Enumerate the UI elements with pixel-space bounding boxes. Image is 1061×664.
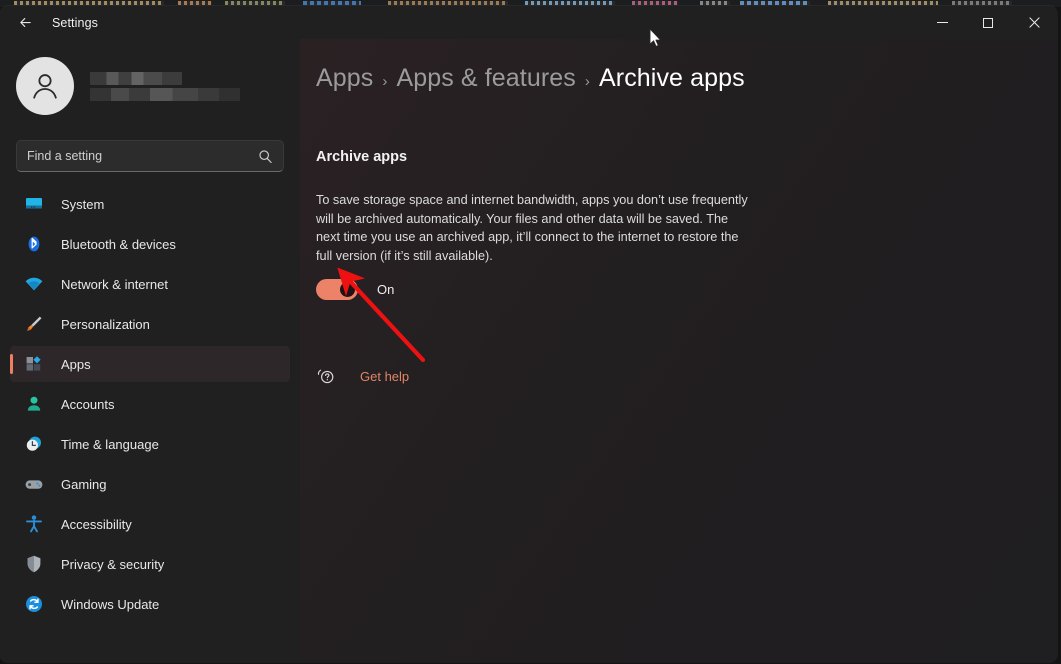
search-icon — [259, 149, 272, 163]
search-input[interactable] — [27, 149, 258, 163]
minimize-button[interactable] — [919, 6, 965, 39]
sidebar-item-windows-update[interactable]: Windows Update — [10, 586, 290, 622]
clock-icon — [24, 434, 44, 454]
person-avatar-icon — [33, 74, 57, 99]
get-help-label: Get help — [360, 368, 410, 384]
sidebar-item-label: Gaming — [61, 476, 107, 492]
close-button[interactable] — [1011, 6, 1057, 39]
settings-window: Settings Find a setting System Bluetooth… — [0, 6, 1057, 662]
gamepad-icon — [24, 474, 44, 494]
sidebar-item-label: Privacy & security — [61, 556, 165, 572]
chevron-right-icon: › — [584, 73, 590, 90]
sidebar-item-label: Personalization — [61, 316, 150, 332]
close-icon — [1028, 17, 1040, 28]
archive-apps-toggle[interactable] — [316, 279, 358, 300]
sidebar-item-bluetooth-devices[interactable]: Bluetooth & devices — [10, 226, 290, 262]
sidebar-item-label: System — [61, 196, 105, 212]
sidebar-item-label: Network & internet — [61, 276, 168, 292]
back-button[interactable] — [6, 8, 44, 38]
sidebar-item-privacy-security[interactable]: Privacy & security — [10, 546, 290, 582]
breadcrumb-item-archive-apps: Archive apps — [599, 64, 745, 92]
account-name-redacted — [90, 71, 240, 101]
breadcrumb-item-apps-features[interactable]: Apps & features — [397, 64, 576, 93]
paintbrush-icon — [24, 314, 44, 334]
sidebar-item-accessibility[interactable]: Accessibility — [10, 506, 290, 542]
sidebar-item-label: Accessibility — [61, 516, 132, 532]
sidebar-item-system[interactable]: System — [10, 186, 290, 222]
archive-apps-description: To save storage space and internet bandw… — [316, 193, 748, 263]
account-card[interactable] — [0, 39, 300, 115]
chevron-right-icon: › — [382, 73, 388, 90]
shield-icon — [24, 554, 44, 574]
sidebar-item-accounts[interactable]: Accounts — [10, 386, 290, 422]
person-icon — [24, 394, 44, 414]
sidebar-item-time-language[interactable]: Time & language — [10, 426, 290, 462]
sidebar-item-label: Accounts — [61, 396, 115, 412]
page-title: Archive apps — [316, 149, 408, 165]
maximize-icon — [983, 17, 993, 28]
avatar — [16, 57, 74, 115]
back-arrow-icon — [19, 18, 31, 27]
get-help-link[interactable]: Get help — [316, 366, 409, 386]
toggle-knob — [340, 282, 355, 297]
settings-nav: System Bluetooth & devices Network & int… — [0, 186, 300, 622]
window-body: System Bluetooth & devices Network & int… — [0, 39, 1057, 662]
breadcrumb: Apps › Apps & features › Archive apps — [316, 64, 745, 93]
sidebar-item-label: Apps — [61, 356, 91, 372]
maximize-button[interactable] — [965, 6, 1011, 39]
minimize-icon — [936, 22, 948, 23]
window-controls — [919, 6, 1057, 39]
main-content: Apps › Apps & features › Archive apps Ar… — [300, 39, 1057, 662]
sidebar-item-network-internet[interactable]: Network & internet — [10, 266, 290, 302]
breadcrumb-item-apps[interactable]: Apps — [316, 64, 373, 93]
bluetooth-icon — [24, 234, 44, 254]
sidebar-item-label: Windows Update — [61, 596, 160, 612]
sidebar-item-label: Time & language — [61, 436, 159, 452]
annotation-arrow — [337, 267, 426, 363]
window-title: Settings — [52, 15, 98, 30]
sidebar-item-gaming[interactable]: Gaming — [10, 466, 290, 502]
accessibility-icon — [24, 514, 44, 534]
toggle-state-label: On — [377, 282, 395, 297]
sidebar-item-apps[interactable]: Apps — [10, 346, 290, 382]
mouse-cursor — [649, 28, 662, 47]
wifi-icon — [24, 274, 44, 294]
monitor-icon — [24, 194, 44, 214]
screen: Settings Find a setting System Bluetooth… — [0, 0, 1061, 664]
apps-icon — [24, 354, 44, 374]
help-bubble-icon — [316, 366, 336, 386]
search-box[interactable] — [16, 140, 284, 172]
sidebar-item-personalization[interactable]: Personalization — [10, 306, 290, 342]
title-bar: Settings — [0, 6, 1057, 39]
update-icon — [24, 594, 44, 614]
sidebar: System Bluetooth & devices Network & int… — [0, 39, 300, 662]
sidebar-item-label: Bluetooth & devices — [61, 236, 176, 252]
archive-apps-toggle-row: On — [316, 279, 394, 300]
